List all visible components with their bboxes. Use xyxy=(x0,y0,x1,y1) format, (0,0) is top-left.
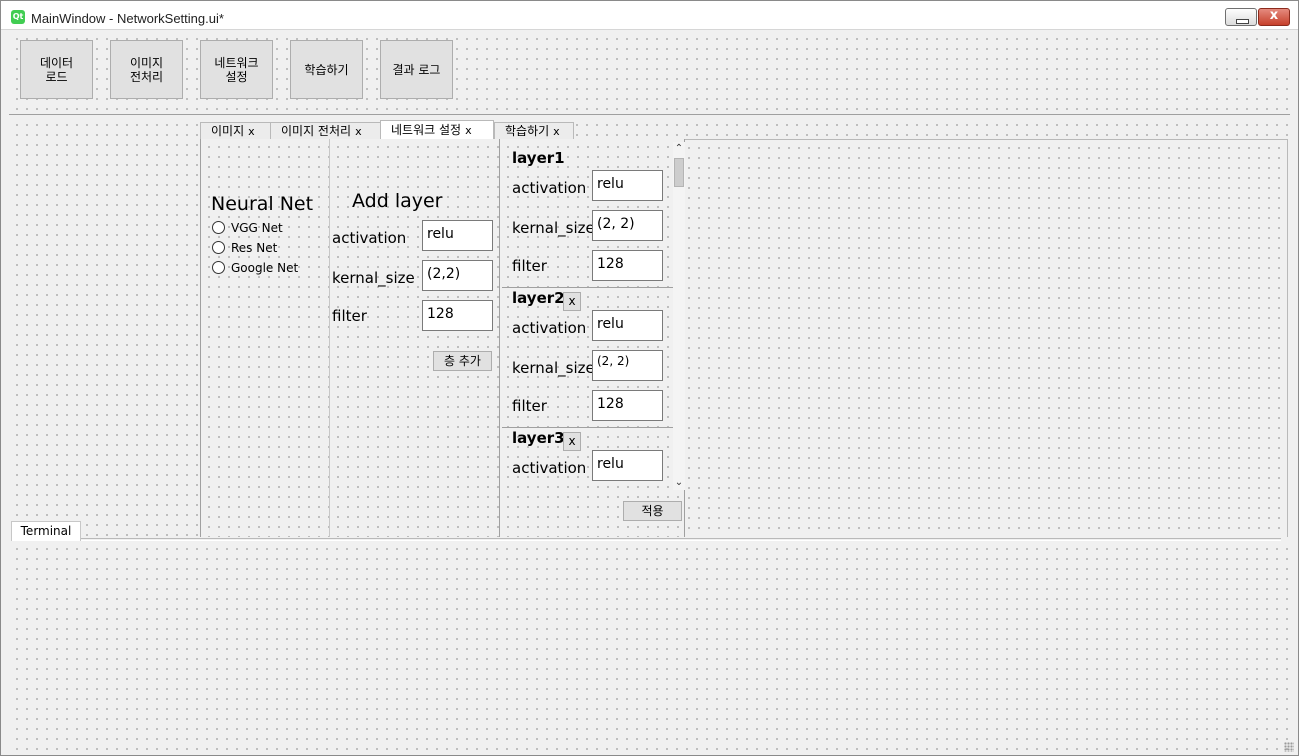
kernal-size-label: kernal_size xyxy=(332,269,415,287)
scroll-thumb[interactable] xyxy=(674,158,684,187)
tab-network-settings[interactable]: 네트워크 설정 x xyxy=(380,120,494,140)
layer1-activation-input[interactable]: relu xyxy=(592,170,663,201)
minimize-button[interactable] xyxy=(1225,8,1257,26)
tab-train[interactable]: 학습하기 x xyxy=(494,122,574,140)
layer1-activation-label: activation xyxy=(512,179,587,197)
layer-list-scrollbar[interactable]: ⌃ ⌄ xyxy=(673,142,685,490)
radio-circle-icon xyxy=(212,261,225,274)
terminal-divider xyxy=(81,538,1281,541)
layer1-kernal-size-input[interactable]: (2, 2) xyxy=(592,210,663,241)
terminal-area xyxy=(9,541,1290,751)
close-window-button[interactable]: x xyxy=(1258,8,1290,26)
qt-app-icon: Qt xyxy=(11,10,25,24)
tab-label: 네트워크 설정 xyxy=(391,123,462,137)
data-load-button[interactable]: 데이터 로드 xyxy=(20,40,93,99)
layer2-remove-button[interactable]: x xyxy=(563,292,581,311)
scroll-down-arrow-icon[interactable]: ⌄ xyxy=(673,476,685,490)
window-title: MainWindow - NetworkSetting.ui* xyxy=(31,11,224,26)
add-layer-button[interactable]: 층 추가 xyxy=(433,351,492,371)
image-preprocess-button[interactable]: 이미지 전처리 xyxy=(110,40,183,99)
tab-label: 이미지 xyxy=(211,124,245,138)
tab-image-preprocess[interactable]: 이미지 전처리 x xyxy=(270,122,381,140)
radio-label: Google Net xyxy=(231,261,299,275)
tab-bar: 이미지 x 이미지 전처리 x 네트워크 설정 x 학습하기 x xyxy=(200,120,680,140)
layer3-title: layer3 xyxy=(512,429,565,447)
radio-circle-icon xyxy=(212,221,225,234)
layer2-filter-input[interactable]: 128 xyxy=(592,390,663,421)
layer-separator xyxy=(502,427,673,428)
radio-res-net[interactable]: Res Net xyxy=(212,241,322,257)
network-settings-button[interactable]: 네트워크 설정 xyxy=(200,40,273,99)
tab-close-icon[interactable]: x xyxy=(355,125,362,138)
tab-label: 이미지 전처리 xyxy=(281,124,352,138)
tab-close-icon[interactable]: x xyxy=(248,125,255,138)
layer2-filter-label: filter xyxy=(512,397,547,415)
layer-separator xyxy=(502,287,673,288)
train-button[interactable]: 학습하기 xyxy=(290,40,363,99)
radio-google-net[interactable]: Google Net xyxy=(212,261,322,277)
neural-net-heading: Neural Net xyxy=(211,193,314,215)
radio-circle-icon xyxy=(212,241,225,254)
layer2-activation-label: activation xyxy=(512,319,587,337)
filter-label: filter xyxy=(332,307,367,325)
resize-grip-icon[interactable] xyxy=(1284,742,1294,752)
layer1-title: layer1 xyxy=(512,149,565,167)
scroll-up-arrow-icon[interactable]: ⌃ xyxy=(673,142,685,156)
toolbar-area: 데이터 로드 이미지 전처리 네트워크 설정 학습하기 결과 로그 xyxy=(9,31,1290,115)
activation-label: activation xyxy=(332,229,407,247)
layer2-title: layer2 xyxy=(512,289,565,307)
tab-close-icon[interactable]: x xyxy=(465,124,472,137)
kernal-size-input[interactable]: (2,2) xyxy=(422,260,493,291)
tab-image[interactable]: 이미지 x xyxy=(200,122,271,140)
main-window: Qt MainWindow - NetworkSetting.ui* x 데이터… xyxy=(0,0,1299,756)
layer1-filter-input[interactable]: 128 xyxy=(592,250,663,281)
layer2-kernal-size-input[interactable]: (2, 2) xyxy=(592,350,663,381)
close-icon: x xyxy=(1269,8,1279,23)
layer2-kernal-size-label: kernal_size xyxy=(512,359,595,377)
filter-input[interactable]: 128 xyxy=(422,300,493,331)
add-layer-heading: Add layer xyxy=(352,190,443,212)
layer1-kernal-size-label: kernal_size xyxy=(512,219,595,237)
tab-close-icon[interactable]: x xyxy=(553,125,560,138)
radio-vgg-net[interactable]: VGG Net xyxy=(212,221,322,237)
tab-label: 학습하기 xyxy=(505,124,550,138)
layer3-activation-input[interactable]: relu xyxy=(592,450,663,481)
apply-button[interactable]: 적용 xyxy=(623,501,682,521)
radio-label: VGG Net xyxy=(231,221,283,235)
layer3-activation-label: activation xyxy=(512,459,587,477)
result-log-button[interactable]: 결과 로그 xyxy=(380,40,453,99)
activation-input[interactable]: relu xyxy=(422,220,493,251)
layer2-activation-input[interactable]: relu xyxy=(592,310,663,341)
radio-label: Res Net xyxy=(231,241,278,255)
layer1-filter-label: filter xyxy=(512,257,547,275)
terminal-tab[interactable]: Terminal xyxy=(11,521,81,541)
title-bar[interactable]: Qt MainWindow - NetworkSetting.ui* x xyxy=(1,1,1298,30)
layer3-remove-button[interactable]: x xyxy=(563,432,581,451)
